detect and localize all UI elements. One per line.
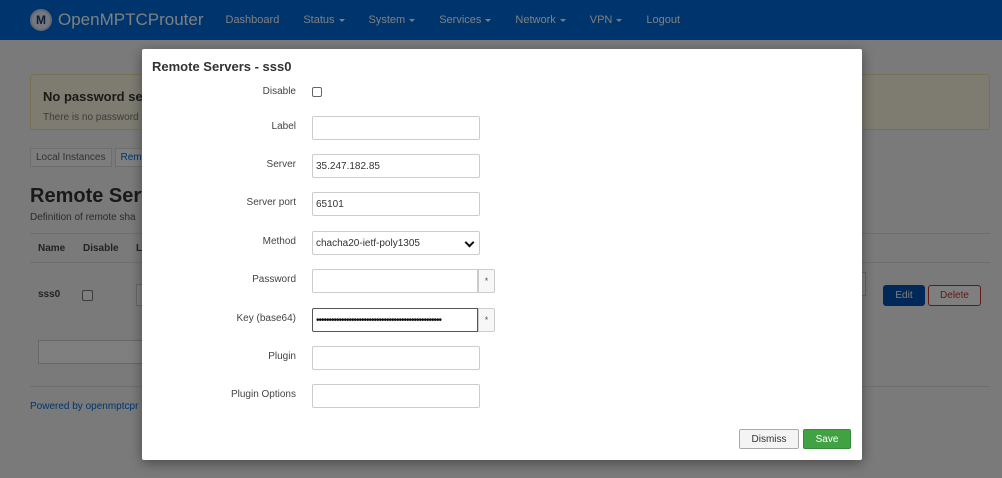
server-port-label: Server port bbox=[246, 197, 296, 208]
field-row-plugin: Plugin bbox=[142, 346, 862, 370]
modal-title: Remote Servers - sss0 bbox=[152, 59, 292, 74]
save-button[interactable]: Save bbox=[803, 429, 851, 449]
method-selected-value: chacha20-ietf-poly1305 bbox=[316, 237, 420, 249]
key-label: Key (base64) bbox=[236, 313, 296, 324]
remote-server-modal: Remote Servers - sss0 Disable Label Serv… bbox=[142, 49, 862, 460]
key-input[interactable]: ••••••••••••••••••••••••••••••••••••••••… bbox=[312, 308, 478, 332]
chevron-down-icon bbox=[464, 237, 475, 248]
label-input[interactable] bbox=[312, 116, 480, 140]
server-port-input[interactable] bbox=[312, 192, 480, 216]
field-row-key: Key (base64) •••••••••••••••••••••••••••… bbox=[142, 308, 862, 332]
password-input[interactable] bbox=[312, 269, 478, 293]
reveal-key-button[interactable]: * bbox=[478, 308, 495, 332]
field-row-label: Label bbox=[142, 116, 862, 140]
disable-label: Disable bbox=[262, 86, 296, 97]
asterisk-icon: * bbox=[484, 315, 489, 325]
field-row-password: Password * bbox=[142, 269, 862, 293]
disable-checkbox[interactable] bbox=[312, 87, 322, 97]
password-label: Password bbox=[252, 274, 296, 285]
method-label: Method bbox=[262, 236, 296, 247]
method-select[interactable]: chacha20-ietf-poly1305 bbox=[312, 231, 480, 255]
plugin-options-input[interactable] bbox=[312, 384, 480, 408]
server-label: Server bbox=[266, 159, 296, 170]
field-row-plugin-options: Plugin Options bbox=[142, 384, 862, 408]
plugin-input[interactable] bbox=[312, 346, 480, 370]
asterisk-icon: * bbox=[484, 276, 489, 286]
server-input[interactable] bbox=[312, 154, 480, 178]
plugin-options-label: Plugin Options bbox=[230, 389, 296, 400]
label-field-label: Label bbox=[271, 121, 296, 132]
field-row-server: Server bbox=[142, 154, 862, 178]
reveal-password-button[interactable]: * bbox=[478, 269, 495, 293]
plugin-label: Plugin bbox=[268, 351, 296, 362]
field-row-disable: Disable bbox=[142, 81, 862, 105]
dismiss-button[interactable]: Dismiss bbox=[739, 429, 799, 449]
field-row-server-port: Server port bbox=[142, 192, 862, 216]
field-row-method: Method chacha20-ietf-poly1305 bbox=[142, 231, 862, 255]
